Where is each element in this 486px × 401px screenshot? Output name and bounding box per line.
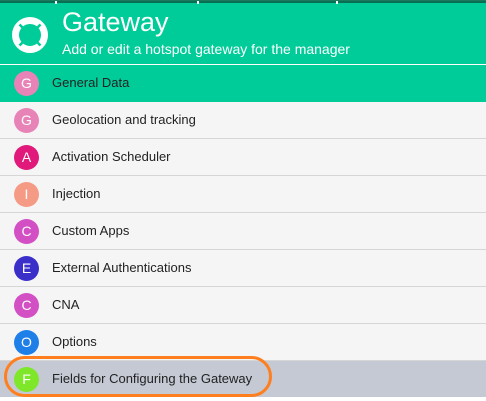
page-subtitle: Add or edit a hotspot gateway for the ma…	[62, 41, 350, 57]
menu-item-label: Activation Scheduler	[52, 149, 171, 164]
menu-item-activation-scheduler[interactable]: A Activation Scheduler	[0, 139, 486, 176]
menu-item-options[interactable]: O Options	[0, 324, 486, 361]
menu-item-external-authentications[interactable]: E External Authentications	[0, 250, 486, 287]
menu-item-label: Injection	[52, 186, 101, 201]
menu-item-fields-for-configuring-the-gateway[interactable]: F Fields for Configuring the Gateway	[0, 361, 486, 397]
menu-item-cna[interactable]: C CNA	[0, 287, 486, 324]
menu-item-label: Fields for Configuring the Gateway	[52, 371, 253, 386]
menu-item-badge: O	[14, 330, 39, 355]
menu-item-badge: G	[14, 108, 39, 133]
header-top-border	[0, 1, 486, 3]
tab-divider	[336, 1, 338, 4]
menu-item-label: Options	[52, 334, 97, 349]
tab-divider	[55, 1, 57, 4]
menu-item-badge: A	[14, 145, 39, 170]
page-title: Gateway	[62, 7, 169, 37]
menu-item-label: Custom Apps	[52, 223, 130, 238]
menu-item-label: External Authentications	[52, 260, 192, 275]
menu-item-injection[interactable]: I Injection	[0, 176, 486, 213]
lifebuoy-icon	[12, 17, 48, 53]
menu-item-label: CNA	[52, 297, 80, 312]
menu-item-badge: I	[14, 182, 39, 207]
page-header: Gateway Add or edit a hotspot gateway fo…	[0, 0, 486, 64]
menu-item-badge: E	[14, 256, 39, 281]
menu-item-badge: G	[14, 71, 39, 96]
menu-item-badge: F	[14, 367, 39, 392]
tab-divider	[197, 1, 199, 4]
menu-item-general-data[interactable]: G General Data	[0, 65, 486, 102]
menu-item-label: Geolocation and tracking	[52, 112, 196, 127]
menu-item-badge: C	[14, 293, 39, 318]
menu-item-label: General Data	[52, 75, 130, 90]
menu-item-geolocation-and-tracking[interactable]: G Geolocation and tracking	[0, 102, 486, 139]
gateway-panel: Gateway Add or edit a hotspot gateway fo…	[0, 0, 486, 401]
menu-item-custom-apps[interactable]: C Custom Apps	[0, 213, 486, 250]
section-menu: G General Data G Geolocation and tracking A A…	[0, 65, 486, 397]
menu-item-badge: C	[14, 219, 39, 244]
